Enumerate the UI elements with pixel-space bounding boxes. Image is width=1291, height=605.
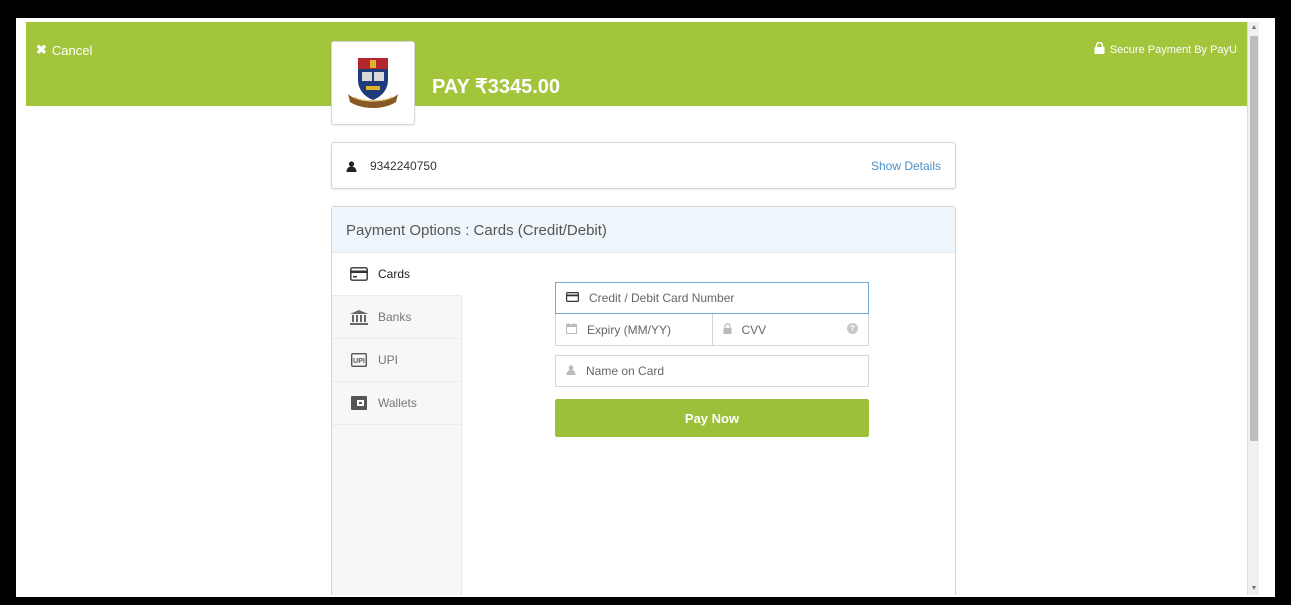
calendar-icon (566, 322, 577, 337)
header-bar: ✖ Cancel Secure Payment By PayU PAY ₹334… (26, 22, 1247, 106)
cancel-label: Cancel (51, 42, 93, 58)
card-payment-form: Credit / Debit Card Number Expiry (MM/YY… (555, 282, 869, 437)
tab-banks[interactable]: Banks (332, 296, 461, 339)
tab-wallets[interactable]: Wallets (332, 382, 461, 425)
payment-options-panel: Payment Options : Cards (Credit/Debit) C… (331, 206, 956, 595)
payment-options-title: Payment Options : Cards (Credit/Debit) (332, 207, 955, 253)
bank-icon (350, 309, 368, 325)
scroll-down-arrow-icon[interactable]: ▼ (1248, 583, 1259, 595)
lock-icon (723, 322, 732, 337)
wallet-icon (350, 396, 368, 410)
pay-now-button[interactable]: Pay Now (555, 399, 869, 437)
account-number: 9342240750 (370, 159, 437, 173)
cancel-button[interactable]: ✖ Cancel (36, 42, 92, 58)
credit-card-icon (566, 291, 580, 305)
credit-card-icon (350, 267, 368, 281)
card-number-field[interactable]: Credit / Debit Card Number (555, 282, 869, 314)
tab-wallets-label: Wallets (378, 396, 417, 410)
name-placeholder: Name on Card (586, 364, 665, 378)
expiry-placeholder: Expiry (MM/YY) (587, 322, 671, 337)
tab-cards[interactable]: Cards (332, 253, 462, 296)
page-viewport: ✖ Cancel Secure Payment By PayU PAY ₹334… (26, 22, 1259, 595)
upi-icon: UPI (350, 353, 368, 367)
show-details-link[interactable]: Show Details (871, 159, 941, 173)
secure-payment-badge: Secure Payment By PayU (1094, 41, 1237, 57)
cvv-field[interactable]: CVV ? (711, 314, 869, 345)
secure-label: Secure Payment By PayU (1109, 43, 1237, 56)
svg-text:UPI: UPI (353, 358, 365, 365)
scrollbar-thumb[interactable] (1250, 36, 1258, 441)
pay-amount: PAY ₹3345.00 (432, 76, 561, 98)
account-strip: 9342240750 Show Details (331, 142, 956, 189)
lock-icon (1094, 41, 1105, 57)
payment-methods-sidebar: Cards Banks UPI UPI Wallets (332, 253, 462, 595)
expiry-cvv-row: Expiry (MM/YY) CVV ? (555, 314, 869, 346)
cvv-placeholder: CVV (741, 322, 767, 337)
tab-banks-label: Banks (378, 310, 412, 324)
browser-frame: ✖ Cancel Secure Payment By PayU PAY ₹334… (16, 18, 1275, 597)
merchant-logo (331, 41, 415, 125)
scroll-up-arrow-icon[interactable]: ▲ (1248, 22, 1259, 34)
tab-upi[interactable]: UPI UPI (332, 339, 461, 382)
name-on-card-field[interactable]: Name on Card (555, 355, 869, 387)
close-icon: ✖ (36, 42, 47, 57)
user-icon (566, 364, 576, 378)
card-number-placeholder: Credit / Debit Card Number (589, 291, 735, 305)
expiry-field[interactable]: Expiry (MM/YY) (556, 314, 712, 345)
tab-cards-label: Cards (378, 267, 411, 281)
help-icon[interactable]: ? (847, 323, 858, 334)
vertical-scrollbar[interactable]: ▲ ▼ (1247, 22, 1259, 595)
user-icon (346, 159, 357, 177)
tab-upi-label: UPI (378, 353, 399, 367)
